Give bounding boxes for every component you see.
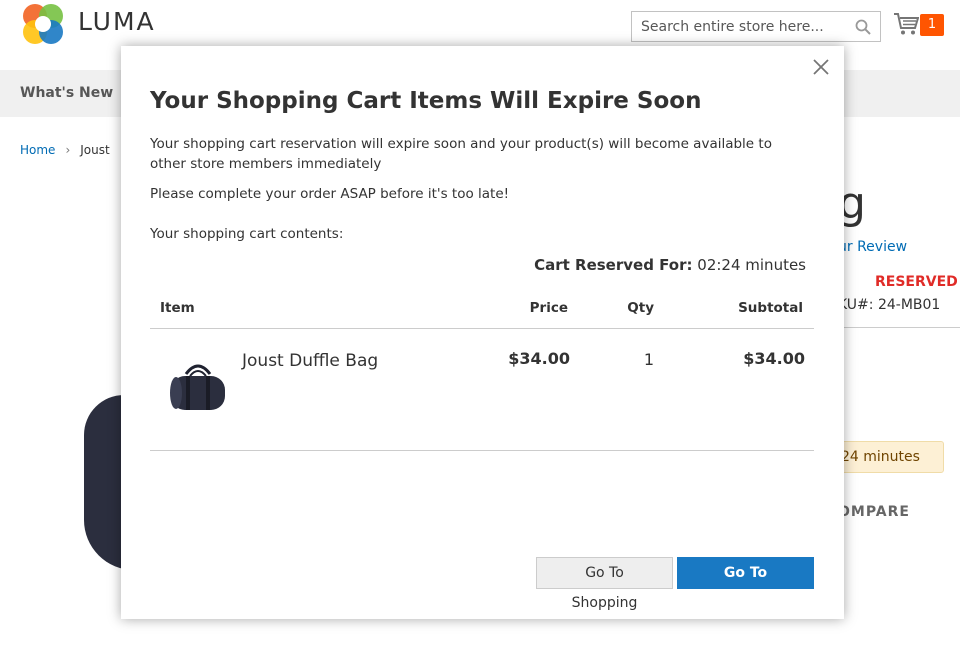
product-qty: 1 <box>643 350 654 369</box>
expiry-message: Your shopping cart reservation will expi… <box>150 136 772 172</box>
column-header-subtotal: Subtotal <box>738 300 803 316</box>
reserved-value: 02:24 minutes <box>697 256 806 274</box>
luma-logo-icon[interactable] <box>20 2 66 46</box>
search-box <box>631 11 881 42</box>
column-header-qty: Qty <box>627 300 654 316</box>
search-input[interactable] <box>632 12 847 41</box>
cart-count-badge[interactable]: 1 <box>920 14 944 36</box>
modal-title: Your Shopping Cart Items Will Expire Soo… <box>150 88 702 114</box>
cart-table-header: Item Price Qty Subtotal <box>150 298 814 329</box>
divider <box>838 327 960 328</box>
reserved-label: Cart Reserved For: <box>534 256 693 274</box>
breadcrumb: Home › Joust <box>20 143 110 157</box>
product-name[interactable]: Joust Duffle Bag <box>242 351 378 371</box>
product-price: $34.00 <box>508 349 570 368</box>
nav-item-whats-new[interactable]: What's New <box>20 85 113 101</box>
close-icon[interactable] <box>812 58 830 76</box>
reservation-countdown: Cart Reserved For: 02:24 minutes <box>534 256 806 274</box>
breadcrumb-current: Joust <box>80 143 110 157</box>
cart-icon[interactable] <box>893 12 919 36</box>
urgency-message: Please complete your order ASAP before i… <box>150 186 510 202</box>
column-header-item: Item <box>160 300 195 316</box>
search-icon[interactable] <box>855 19 871 35</box>
chevron-right-icon: › <box>65 143 71 157</box>
add-to-compare-link[interactable]: OMPARE <box>838 504 910 520</box>
logo-text[interactable]: LUMA <box>78 7 156 36</box>
table-row: Joust Duffle Bag $34.00 1 $34.00 <box>150 330 814 451</box>
product-thumbnail[interactable] <box>168 360 228 415</box>
add-review-link[interactable]: ur Review <box>838 239 907 255</box>
column-header-price: Price <box>529 300 568 316</box>
go-to-shopping-button[interactable]: Go To Shopping <box>536 557 673 611</box>
product-subtotal: $34.00 <box>743 349 805 368</box>
go-to-checkout-button[interactable]: Go To Checkout <box>677 557 814 611</box>
stock-status: RESERVED <box>875 274 958 290</box>
breadcrumb-home-link[interactable]: Home <box>20 143 55 157</box>
cart-contents-label: Your shopping cart contents: <box>150 226 344 242</box>
product-sku: KU#: 24-MB01 <box>838 297 941 313</box>
cart-expiry-modal: Your Shopping Cart Items Will Expire Soo… <box>121 46 844 619</box>
